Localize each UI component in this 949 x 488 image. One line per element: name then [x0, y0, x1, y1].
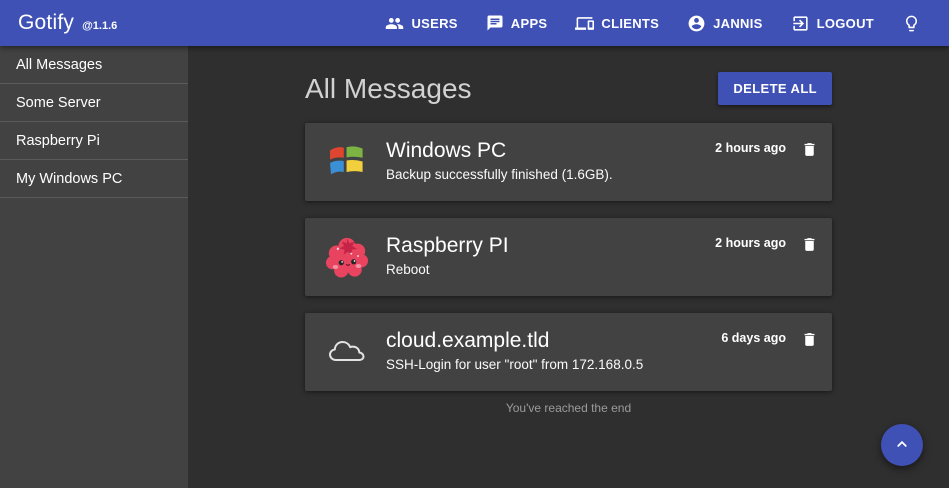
- nav-logout-label: LOGOUT: [817, 16, 874, 31]
- page-title: All Messages: [305, 73, 472, 105]
- sidebar-item-my-windows-pc[interactable]: My Windows PC: [0, 160, 188, 198]
- appbar-nav: USERS APPS CLIENTS JANNIS LOGOUT: [371, 0, 949, 46]
- trash-icon: [801, 147, 818, 162]
- sidebar-item-some-server[interactable]: Some Server: [0, 84, 188, 122]
- sidebar: All Messages Some Server Raspberry Pi My…: [0, 46, 188, 488]
- message-body: Backup successfully finished (1.6GB).: [386, 167, 715, 183]
- brand-name: Gotify: [18, 11, 74, 35]
- message-card: cloud.example.tld SSH-Login for user "ro…: [305, 313, 832, 391]
- nav-username-label: JANNIS: [713, 16, 762, 31]
- theme-toggle-button[interactable]: [888, 0, 935, 46]
- message-text-block: Raspberry PI Reboot: [386, 233, 715, 278]
- sidebar-item-raspberry-pi[interactable]: Raspberry Pi: [0, 122, 188, 160]
- main-content: All Messages DELETE ALL Windows PC Backu…: [188, 46, 949, 488]
- message-body: SSH-Login for user "root" from 172.168.0…: [386, 357, 721, 373]
- users-icon: [385, 14, 404, 33]
- logout-icon: [791, 14, 810, 33]
- message-title: Windows PC: [386, 139, 715, 162]
- message-body: Reboot: [386, 262, 715, 278]
- delete-message-button[interactable]: [801, 330, 818, 349]
- clients-icon: [575, 14, 594, 33]
- message-text-block: cloud.example.tld SSH-Login for user "ro…: [386, 328, 721, 373]
- message-title: Raspberry PI: [386, 234, 715, 257]
- raspberry-icon: [325, 233, 369, 279]
- message-card: Windows PC Backup successfully finished …: [305, 123, 832, 201]
- end-of-list-text: You've reached the end: [305, 401, 832, 415]
- sidebar-item-all-messages[interactable]: All Messages: [0, 46, 188, 84]
- nav-user-account[interactable]: JANNIS: [673, 0, 776, 46]
- message-card: Raspberry PI Reboot 2 hours ago: [305, 218, 832, 296]
- delete-message-button[interactable]: [801, 140, 818, 159]
- nav-apps-label: APPS: [511, 16, 548, 31]
- nav-clients-label: CLIENTS: [601, 16, 659, 31]
- nav-users-label: USERS: [411, 16, 457, 31]
- cloud-icon: [325, 328, 369, 374]
- nav-apps[interactable]: APPS: [472, 0, 562, 46]
- account-icon: [687, 14, 706, 33]
- nav-logout[interactable]: LOGOUT: [777, 0, 888, 46]
- nav-clients[interactable]: CLIENTS: [561, 0, 673, 46]
- trash-icon: [801, 242, 818, 257]
- delete-all-button[interactable]: DELETE ALL: [718, 72, 832, 105]
- message-timestamp: 2 hours ago: [715, 235, 786, 251]
- delete-message-button[interactable]: [801, 235, 818, 254]
- message-timestamp: 6 days ago: [721, 330, 786, 346]
- nav-users[interactable]: USERS: [371, 0, 471, 46]
- lightbulb-icon: [902, 14, 921, 33]
- appbar: Gotify @1.1.6 USERS APPS CLIENTS JA: [0, 0, 949, 46]
- brand[interactable]: Gotify @1.1.6: [0, 11, 117, 35]
- trash-icon: [801, 337, 818, 352]
- scroll-to-top-button[interactable]: [881, 424, 923, 466]
- chevron-up-icon: [893, 435, 911, 456]
- apps-icon: [486, 14, 504, 32]
- brand-version: @1.1.6: [82, 20, 117, 32]
- page-header: All Messages DELETE ALL: [305, 72, 832, 105]
- windows-logo-icon: [325, 138, 369, 184]
- message-title: cloud.example.tld: [386, 329, 721, 352]
- message-text-block: Windows PC Backup successfully finished …: [386, 138, 715, 183]
- message-timestamp: 2 hours ago: [715, 140, 786, 156]
